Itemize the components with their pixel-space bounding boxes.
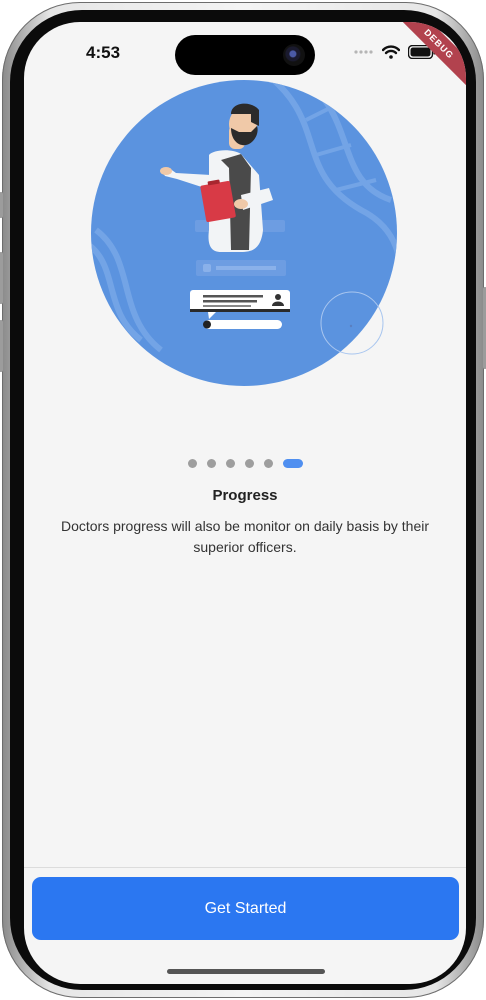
dynamic-island <box>175 35 315 75</box>
onboarding-description: Doctors progress will also be monitor on… <box>60 518 430 555</box>
page-dot-3[interactable] <box>225 459 235 468</box>
page-indicator <box>24 459 466 468</box>
page-dot-2[interactable] <box>206 459 216 468</box>
page-dot-1[interactable] <box>187 459 197 468</box>
side-button-mute <box>0 192 3 218</box>
device-frame: 4:53 DEBUG Progress Doctors progress wil… <box>0 2 486 998</box>
side-button-volume-down <box>0 320 3 372</box>
bottom-divider <box>24 867 466 868</box>
home-indicator[interactable] <box>167 969 325 974</box>
cellular-icon <box>354 50 373 54</box>
side-button-volume-up <box>0 252 3 304</box>
device-bezel: 4:53 DEBUG Progress Doctors progress wil… <box>10 10 476 990</box>
front-camera-icon <box>283 44 305 66</box>
status-icons <box>354 44 436 60</box>
page-dot-4[interactable] <box>244 459 254 468</box>
wifi-icon <box>382 45 400 59</box>
status-time: 4:53 <box>86 43 121 62</box>
page-dot-5[interactable] <box>263 459 273 468</box>
app-screen: 4:53 DEBUG Progress Doctors progress wil… <box>24 22 466 984</box>
get-started-button[interactable]: Get Started <box>32 877 459 940</box>
doctor-illustration <box>91 80 397 386</box>
page-dot-6-active[interactable] <box>282 459 303 468</box>
onboarding-title: Progress <box>212 487 278 504</box>
